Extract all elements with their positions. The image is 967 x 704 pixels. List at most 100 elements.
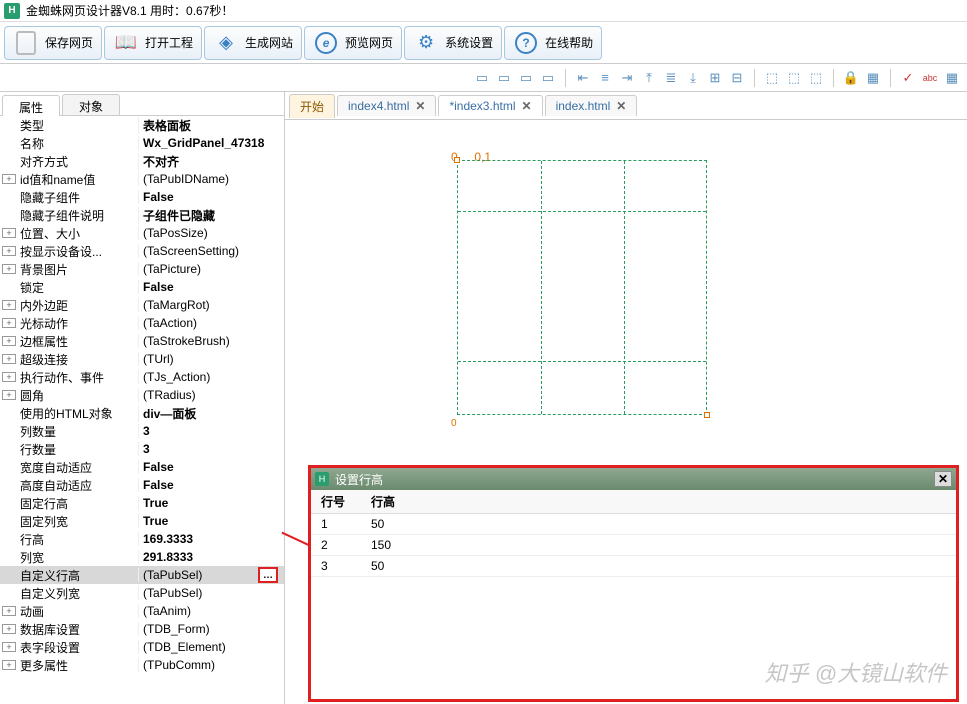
tool-icon[interactable]: ▭: [473, 69, 491, 87]
property-row[interactable]: 锁定False: [0, 278, 284, 296]
prop-value[interactable]: (TaPubIDName): [138, 172, 284, 186]
grid-icon[interactable]: ▦: [864, 69, 882, 87]
prop-value[interactable]: (TDB_Form): [138, 622, 284, 636]
align-left-icon[interactable]: ⇤: [574, 69, 592, 87]
prop-value[interactable]: (TJs_Action): [138, 370, 284, 384]
expand-icon[interactable]: +: [2, 300, 16, 310]
property-row[interactable]: 列数量3: [0, 422, 284, 440]
grid-toggle-icon[interactable]: ▦: [943, 69, 961, 87]
property-row[interactable]: +光标动作(TaAction): [0, 314, 284, 332]
expand-icon[interactable]: +: [2, 606, 16, 616]
expand-icon[interactable]: +: [2, 246, 16, 256]
property-row[interactable]: 行数量3: [0, 440, 284, 458]
prop-value[interactable]: 子组件已隐藏: [138, 207, 284, 224]
check-icon[interactable]: ✓: [899, 69, 917, 87]
property-row[interactable]: 列宽291.8333: [0, 548, 284, 566]
table-row[interactable]: 150: [311, 514, 956, 535]
order-icon[interactable]: ⬚: [785, 69, 803, 87]
prop-value[interactable]: (TaScreenSetting): [138, 244, 284, 258]
grid-panel-component[interactable]: [457, 160, 707, 415]
tool-icon[interactable]: ▭: [539, 69, 557, 87]
property-row[interactable]: 类型表格面板: [0, 116, 284, 134]
row-height[interactable]: 50: [361, 556, 421, 576]
file-tab[interactable]: index4.html✕: [337, 95, 436, 116]
align-middle-icon[interactable]: ≣: [662, 69, 680, 87]
save-button[interactable]: 保存网页: [4, 26, 102, 60]
property-row[interactable]: +动画(TaAnim): [0, 602, 284, 620]
property-row[interactable]: +更多属性(TPubComm): [0, 656, 284, 674]
expand-icon[interactable]: +: [2, 318, 16, 328]
close-tab-icon[interactable]: ✕: [415, 99, 425, 113]
property-row[interactable]: 自定义列宽(TaPubSel): [0, 584, 284, 602]
table-row[interactable]: 2150: [311, 535, 956, 556]
prop-value[interactable]: 3: [138, 442, 284, 456]
property-row[interactable]: +表字段设置(TDB_Element): [0, 638, 284, 656]
property-row[interactable]: 自定义行高(TaPubSel)…: [0, 566, 284, 584]
property-row[interactable]: +内外边距(TaMargRot): [0, 296, 284, 314]
order-icon[interactable]: ⬚: [807, 69, 825, 87]
expand-icon[interactable]: +: [2, 660, 16, 670]
property-row[interactable]: +背景图片(TaPicture): [0, 260, 284, 278]
property-row[interactable]: 隐藏子组件False: [0, 188, 284, 206]
expand-icon[interactable]: +: [2, 390, 16, 400]
expand-icon[interactable]: +: [2, 174, 16, 184]
dialog-titlebar[interactable]: H 设置行高 ✕: [311, 468, 956, 490]
property-row[interactable]: +id值和name值(TaPubIDName): [0, 170, 284, 188]
prop-value[interactable]: 3: [138, 424, 284, 438]
prop-value[interactable]: 169.3333: [138, 532, 284, 546]
row-height[interactable]: 150: [361, 535, 421, 555]
property-row[interactable]: 使用的HTML对象div—面板: [0, 404, 284, 422]
distribute-icon[interactable]: ⊟: [728, 69, 746, 87]
expand-icon[interactable]: +: [2, 354, 16, 364]
expand-icon[interactable]: +: [2, 228, 16, 238]
tool-icon[interactable]: ▭: [517, 69, 535, 87]
prop-value[interactable]: True: [138, 496, 284, 510]
expand-icon[interactable]: +: [2, 372, 16, 382]
property-row[interactable]: +位置、大小(TaPosSize): [0, 224, 284, 242]
tab-objects[interactable]: 对象: [62, 94, 120, 115]
property-row[interactable]: +按显示设备设...(TaScreenSetting): [0, 242, 284, 260]
lock-icon[interactable]: 🔒: [842, 69, 860, 87]
align-right-icon[interactable]: ⇥: [618, 69, 636, 87]
prop-value[interactable]: False: [138, 280, 284, 294]
prop-value[interactable]: (TaPubSel): [138, 568, 258, 582]
file-tab[interactable]: *index3.html✕: [438, 95, 542, 116]
expand-icon[interactable]: +: [2, 642, 16, 652]
prop-value[interactable]: False: [138, 478, 284, 492]
resize-handle[interactable]: [454, 157, 460, 163]
prop-value[interactable]: False: [138, 460, 284, 474]
prop-value[interactable]: (TaStrokeBrush): [138, 334, 284, 348]
property-row[interactable]: 固定列宽True: [0, 512, 284, 530]
table-row[interactable]: 350: [311, 556, 956, 577]
prop-value[interactable]: (TRadius): [138, 388, 284, 402]
prop-value[interactable]: (TPubComm): [138, 658, 284, 672]
property-row[interactable]: 隐藏子组件说明子组件已隐藏: [0, 206, 284, 224]
close-tab-icon[interactable]: ✕: [616, 99, 626, 113]
file-tab[interactable]: index.html✕: [545, 95, 638, 116]
close-tab-icon[interactable]: ✕: [522, 99, 532, 113]
align-bottom-icon[interactable]: ⤓: [684, 69, 702, 87]
prop-value[interactable]: (TaPosSize): [138, 226, 284, 240]
help-button[interactable]: ? 在线帮助: [504, 26, 602, 60]
expand-icon[interactable]: +: [2, 336, 16, 346]
expand-icon[interactable]: +: [2, 624, 16, 634]
ellipsis-button[interactable]: …: [258, 567, 278, 583]
align-center-icon[interactable]: ≡: [596, 69, 614, 87]
property-row[interactable]: +超级连接(TUrl): [0, 350, 284, 368]
order-icon[interactable]: ⬚: [763, 69, 781, 87]
property-row[interactable]: 高度自动适应False: [0, 476, 284, 494]
row-height[interactable]: 50: [361, 514, 421, 534]
property-row[interactable]: +圆角(TRadius): [0, 386, 284, 404]
prop-value[interactable]: (TDB_Element): [138, 640, 284, 654]
prop-value[interactable]: Wx_GridPanel_47318: [138, 136, 284, 150]
close-icon[interactable]: ✕: [934, 471, 952, 487]
settings-button[interactable]: ⚙ 系统设置: [404, 26, 502, 60]
prop-value[interactable]: 不对齐: [138, 153, 284, 170]
distribute-icon[interactable]: ⊞: [706, 69, 724, 87]
prop-value[interactable]: div—面板: [138, 405, 284, 422]
abc-icon[interactable]: abc: [921, 69, 939, 87]
prop-value[interactable]: 291.8333: [138, 550, 284, 564]
property-row[interactable]: 对齐方式不对齐: [0, 152, 284, 170]
property-row[interactable]: 行高169.3333: [0, 530, 284, 548]
expand-icon[interactable]: +: [2, 264, 16, 274]
